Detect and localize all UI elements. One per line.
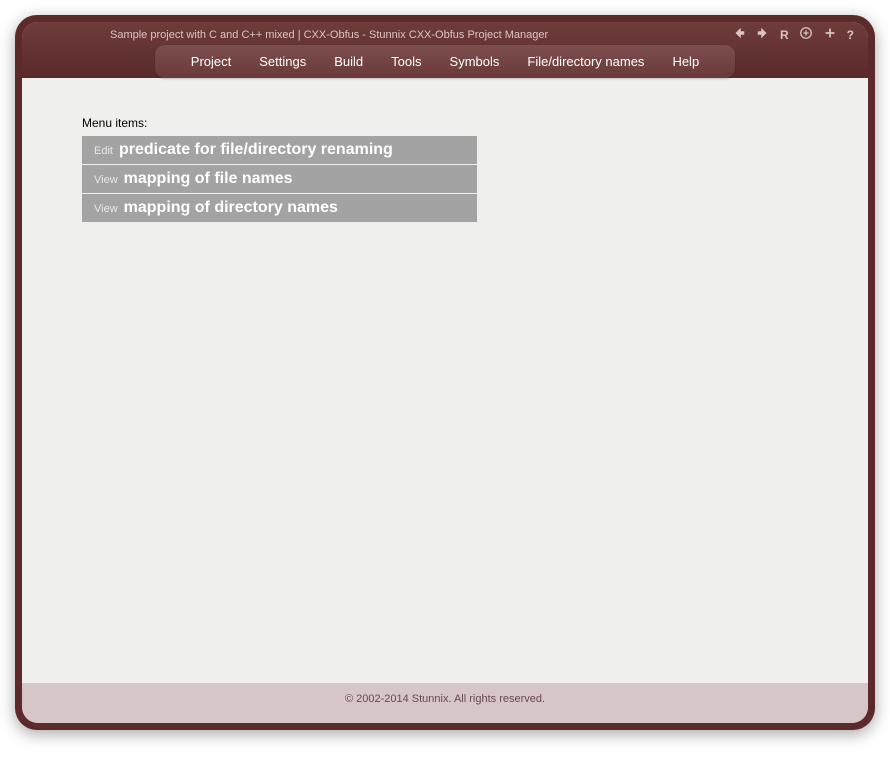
window-title: Sample project with C and C++ mixed | CX… (30, 29, 732, 41)
list-item-view-directory-mapping[interactable]: View mapping of directory names (82, 194, 477, 222)
footer: © 2002-2014 Stunnix. All rights reserved… (22, 683, 868, 723)
window-frame-inner: Sample project with C and C++ mixed | CX… (22, 22, 868, 723)
menu-tools[interactable]: Tools (377, 50, 435, 73)
section-label: Menu items: (82, 116, 868, 130)
zoom-in-icon[interactable] (799, 26, 813, 43)
menu-build[interactable]: Build (320, 50, 377, 73)
menubar-wrap: Project Settings Build Tools Symbols Fil… (22, 44, 868, 78)
menu-settings[interactable]: Settings (245, 50, 320, 73)
back-icon[interactable] (732, 26, 746, 43)
list-item-label: predicate for file/directory renaming (119, 141, 393, 159)
footer-copyright: © 2002-2014 Stunnix. All rights reserved… (345, 693, 545, 705)
title-row: Sample project with C and C++ mixed | CX… (22, 22, 868, 44)
list-item-label: mapping of file names (124, 170, 293, 188)
list-item-label: mapping of directory names (124, 199, 338, 217)
add-icon[interactable] (823, 26, 837, 43)
title-icon-group: R ? (732, 26, 860, 43)
menu-help[interactable]: Help (658, 50, 713, 73)
menu-file-directory-names[interactable]: File/directory names (513, 50, 658, 73)
list-item-edit-predicate[interactable]: Edit predicate for file/directory renami… (82, 136, 477, 164)
list-item-view-file-mapping[interactable]: View mapping of file names (82, 165, 477, 193)
window-frame-outer: Sample project with C and C++ mixed | CX… (15, 15, 875, 730)
menu-symbols[interactable]: Symbols (436, 50, 514, 73)
list-item-prefix: View (94, 203, 118, 215)
list-item-prefix: Edit (94, 145, 113, 157)
content-area: Menu items: Edit predicate for file/dire… (22, 78, 868, 683)
forward-icon[interactable] (756, 26, 770, 43)
refresh-button[interactable]: R (780, 28, 789, 42)
menu-project[interactable]: Project (177, 50, 245, 73)
list-item-prefix: View (94, 174, 118, 186)
header-bar: Sample project with C and C++ mixed | CX… (22, 22, 868, 78)
menubar: Project Settings Build Tools Symbols Fil… (155, 45, 735, 78)
help-icon[interactable]: ? (847, 28, 854, 42)
